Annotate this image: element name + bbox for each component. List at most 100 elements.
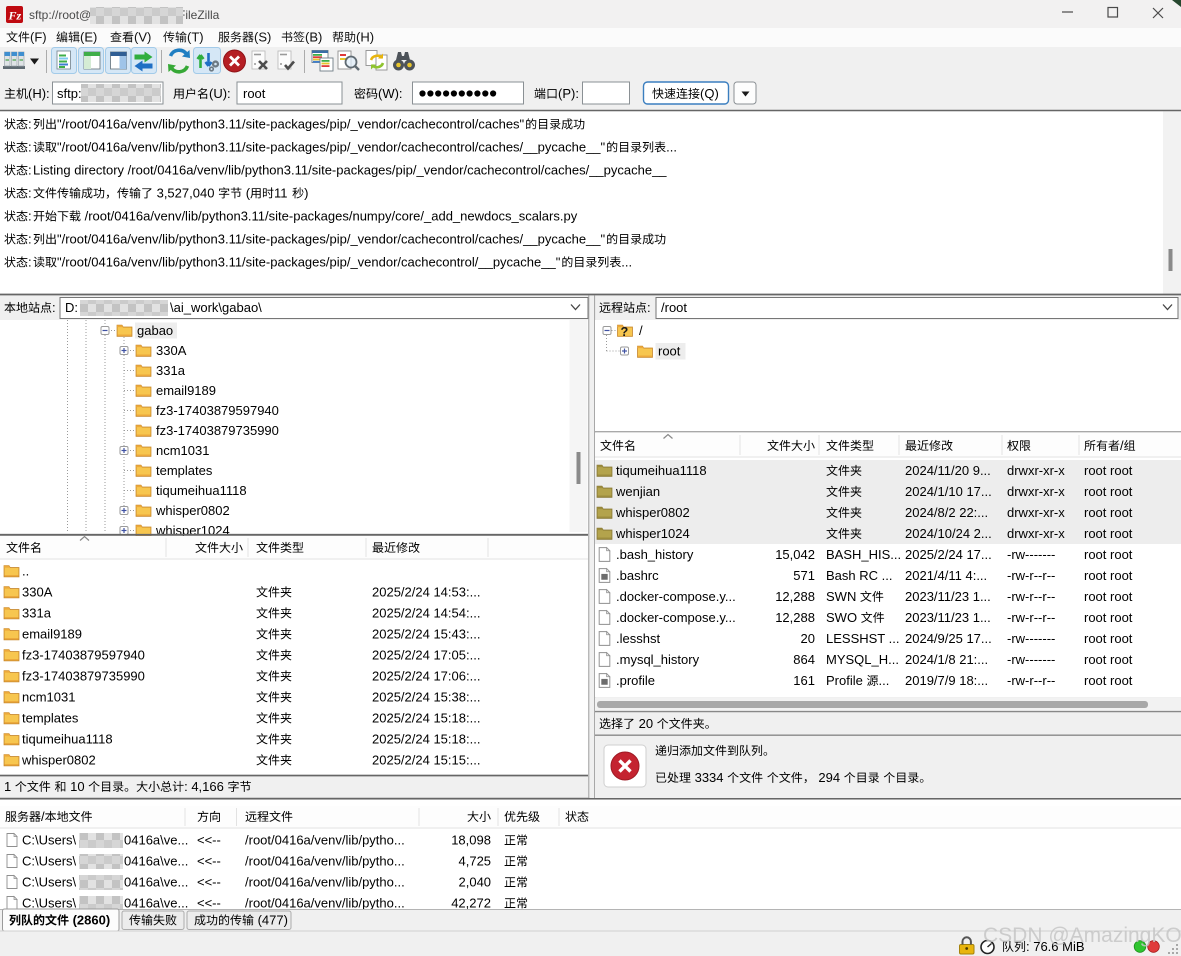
svg-text:.docker-compose.y...: .docker-compose.y... bbox=[616, 610, 736, 625]
svg-text:SWN: SWN bbox=[826, 589, 856, 604]
svg-text:whisper0802: whisper0802 bbox=[21, 753, 96, 768]
svg-text:C:\Users\: C:\Users\ bbox=[22, 833, 77, 848]
svg-text:.bashrc: .bashrc bbox=[616, 568, 659, 583]
svg-text:"/root/0416a/venv/lib/python3.: "/root/0416a/venv/lib/python3.11/site-pa… bbox=[57, 255, 561, 270]
svg-text:<<--: <<-- bbox=[197, 854, 221, 869]
svg-text:root root: root root bbox=[1084, 484, 1133, 499]
svg-text:(P):: (P): bbox=[558, 86, 579, 101]
svg-text:2025/2/24 14:54:...: 2025/2/24 14:54:... bbox=[372, 606, 480, 621]
svg-text:2025/2/24 17:05:...: 2025/2/24 17:05:... bbox=[372, 648, 480, 663]
svg-text:2021/4/11 4:...: 2021/4/11 4:... bbox=[905, 568, 987, 583]
svg-text:2025/2/24 14:53:...: 2025/2/24 14:53:... bbox=[372, 585, 480, 600]
svg-text:/root/0416a/venv/lib/pytho...: /root/0416a/venv/lib/pytho... bbox=[245, 854, 405, 869]
svg-text:18,098: 18,098 bbox=[451, 833, 491, 848]
svg-text:BASH_HIS...: BASH_HIS... bbox=[826, 547, 901, 562]
svg-text:2025/2/24 15:43:...: 2025/2/24 15:43:... bbox=[372, 627, 480, 642]
svg-text:(U):: (U): bbox=[209, 86, 231, 101]
svg-text:11: 11 bbox=[274, 186, 288, 201]
svg-text:0416a\ve...: 0416a\ve... bbox=[124, 833, 188, 848]
svg-text:drwxr-xr-x: drwxr-xr-x bbox=[1007, 484, 1065, 499]
svg-text::: : bbox=[28, 209, 32, 224]
svg-text:3,527,040: 3,527,040 bbox=[157, 186, 215, 201]
svg-text::: : bbox=[28, 163, 32, 178]
svg-text:/root/0416a/venv/lib/pytho...: /root/0416a/venv/lib/pytho... bbox=[245, 896, 405, 911]
svg-text:C:\Users\: C:\Users\ bbox=[22, 896, 77, 911]
svg-text:(E): (E) bbox=[80, 30, 97, 45]
svg-text:(: ( bbox=[246, 186, 251, 201]
svg-text:drwxr-xr-x: drwxr-xr-x bbox=[1007, 505, 1065, 520]
svg-text:sftp://root@: sftp://root@ bbox=[29, 8, 91, 22]
svg-text:864: 864 bbox=[793, 652, 815, 667]
svg-text:2023/11/23 1...: 2023/11/23 1... bbox=[905, 589, 991, 604]
svg-text:2024/8/2 22:...: 2024/8/2 22:... bbox=[905, 505, 988, 520]
svg-text:Profile: Profile bbox=[826, 673, 863, 688]
svg-text:tiqumeihua1118: tiqumeihua1118 bbox=[22, 732, 113, 747]
svg-text:root root: root root bbox=[1084, 526, 1133, 541]
svg-text:1: 1 bbox=[4, 779, 11, 794]
svg-text:330A: 330A bbox=[156, 343, 187, 358]
svg-text:12,288: 12,288 bbox=[775, 610, 815, 625]
svg-text:(2860): (2860) bbox=[73, 913, 111, 928]
svg-text:templates: templates bbox=[156, 463, 213, 478]
svg-text:...: ... bbox=[621, 255, 632, 270]
svg-text:2025/2/24 17...: 2025/2/24 17... bbox=[905, 547, 992, 562]
svg-text:SWO: SWO bbox=[826, 610, 857, 625]
svg-text:root root: root root bbox=[1084, 463, 1133, 478]
svg-text:15,042: 15,042 bbox=[775, 547, 815, 562]
svg-text:10: 10 bbox=[70, 779, 84, 794]
svg-text:root root: root root bbox=[1084, 547, 1133, 562]
svg-text:2,040: 2,040 bbox=[459, 875, 492, 890]
svg-text:whisper1024: whisper1024 bbox=[615, 526, 690, 541]
svg-text:(S): (S) bbox=[254, 30, 271, 45]
svg-text:gabao: gabao bbox=[137, 323, 173, 338]
svg-text:(H): (H) bbox=[356, 30, 374, 45]
svg-text:.lesshst: .lesshst bbox=[616, 631, 660, 646]
svg-text:ncm1031: ncm1031 bbox=[22, 690, 75, 705]
svg-text:2024/9/25 17...: 2024/9/25 17... bbox=[905, 631, 992, 646]
svg-text:4,725: 4,725 bbox=[459, 854, 492, 869]
svg-text:Listing directory /root/0416a/: Listing directory /root/0416a/venv/lib/p… bbox=[33, 163, 667, 178]
svg-text:2025/2/24 15:15:...: 2025/2/24 15:15:... bbox=[372, 753, 480, 768]
svg-text:root root: root root bbox=[1084, 652, 1133, 667]
svg-text:(F): (F) bbox=[30, 30, 47, 45]
svg-text:templates: templates bbox=[22, 711, 79, 726]
svg-text:"/root/0416a/venv/lib/python3.: "/root/0416a/venv/lib/python3.11/site-pa… bbox=[57, 140, 606, 155]
svg-text:0416a\ve...: 0416a\ve... bbox=[124, 854, 188, 869]
svg-text::: : bbox=[28, 140, 32, 155]
svg-text:(B): (B) bbox=[305, 30, 322, 45]
svg-text:MYSQL_H...: MYSQL_H... bbox=[826, 652, 899, 667]
svg-text:root root: root root bbox=[1084, 631, 1133, 646]
svg-text:294: 294 bbox=[818, 770, 840, 785]
svg-text:fz3-17403879597940: fz3-17403879597940 bbox=[22, 648, 145, 663]
svg-text:20: 20 bbox=[639, 716, 653, 731]
svg-text:<<--: <<-- bbox=[197, 833, 221, 848]
svg-text:root: root bbox=[243, 86, 266, 101]
svg-text:-rw-r--r--: -rw-r--r-- bbox=[1007, 568, 1055, 583]
svg-text:): ) bbox=[304, 186, 308, 201]
svg-text:: 4,166: : 4,166 bbox=[184, 779, 224, 794]
svg-text:2019/7/9 18:...: 2019/7/9 18:... bbox=[905, 673, 988, 688]
svg-text:fz3-17403879597940: fz3-17403879597940 bbox=[156, 403, 279, 418]
svg-text:email9189: email9189 bbox=[22, 627, 82, 642]
svg-text:Fz: Fz bbox=[8, 9, 22, 23]
svg-text:(H):: (H): bbox=[28, 86, 50, 101]
svg-text:"/root/0416a/venv/lib/python3.: "/root/0416a/venv/lib/python3.11/site-pa… bbox=[57, 232, 606, 247]
svg-text:12,288: 12,288 bbox=[775, 589, 815, 604]
svg-text:C:\Users\: C:\Users\ bbox=[22, 854, 77, 869]
svg-text:-rw-r--r--: -rw-r--r-- bbox=[1007, 610, 1055, 625]
svg-text:.mysql_history: .mysql_history bbox=[616, 652, 700, 667]
svg-text:D:: D: bbox=[65, 300, 78, 315]
svg-text:(Q): (Q) bbox=[700, 86, 719, 101]
svg-text:sftp:: sftp: bbox=[57, 86, 82, 101]
svg-text:<<--: <<-- bbox=[197, 896, 221, 911]
svg-text:<<--: <<-- bbox=[197, 875, 221, 890]
svg-text:tiqumeihua1118: tiqumeihua1118 bbox=[156, 483, 247, 498]
svg-text:3334: 3334 bbox=[695, 770, 724, 785]
svg-text:drwxr-xr-x: drwxr-xr-x bbox=[1007, 526, 1065, 541]
svg-text:/root/0416a/venv/lib/pytho...: /root/0416a/venv/lib/pytho... bbox=[245, 875, 405, 890]
svg-text:330A: 330A bbox=[22, 585, 53, 600]
svg-text:-rw-r--r--: -rw-r--r-- bbox=[1007, 673, 1055, 688]
svg-text::: : bbox=[28, 117, 32, 132]
svg-text::: : bbox=[52, 300, 56, 315]
svg-text:root root: root root bbox=[1084, 589, 1133, 604]
